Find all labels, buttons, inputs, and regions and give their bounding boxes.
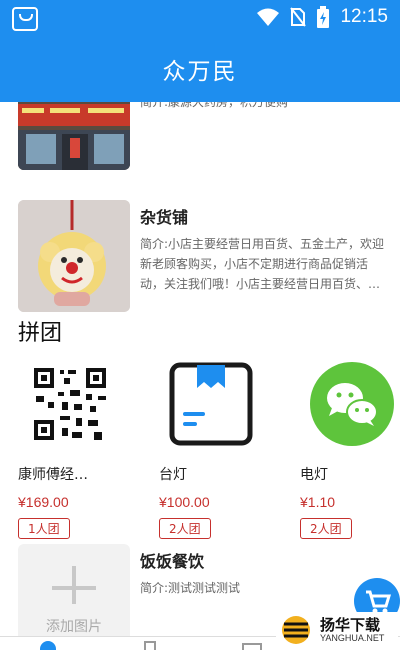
qr-code-image	[28, 362, 112, 446]
store-description: 简介:测试测试测试	[140, 581, 241, 595]
app-bar: 众万民	[0, 36, 400, 102]
store-thumbnail[interactable]	[18, 200, 130, 312]
group-item-name: 电灯	[300, 467, 328, 483]
group-buy-item[interactable]: 康师傅经… ¥169.00 1人团	[18, 362, 138, 539]
category-tab-icon[interactable]	[144, 641, 156, 650]
wechat-icon	[310, 362, 394, 446]
pharmacy-storefront-image	[18, 102, 130, 170]
plus-icon	[52, 566, 96, 604]
wifi-icon	[257, 8, 280, 26]
store-list[interactable]: 简介:康源大药房，积万便购 杂货铺 简介:小店主要经营日用百货、五金土产，欢迎新…	[0, 102, 400, 636]
group-item-name: 康师傅经…	[18, 467, 88, 483]
profile-tab-icon[interactable]	[242, 643, 262, 650]
add-image-label: 添加图片	[46, 619, 102, 635]
group-size-badge: 2人团	[159, 518, 211, 539]
group-item-name: 台灯	[159, 467, 187, 483]
watermark-subtitle: YANGHUA.NET	[320, 633, 385, 643]
clown-toy-image	[18, 200, 130, 312]
home-tab-icon[interactable]	[40, 641, 56, 650]
page-title: 众万民	[162, 59, 238, 85]
group-size-badge: 2人团	[300, 518, 352, 539]
group-buy-item[interactable]: 台灯 ¥100.00 2人团	[159, 362, 279, 539]
store-thumbnail[interactable]	[18, 102, 130, 170]
store-bag-icon	[12, 7, 38, 31]
group-buy-item[interactable]: 电灯 ¥1.10 2人团	[300, 362, 400, 539]
battery-charging-icon	[317, 6, 330, 28]
group-item-price: ¥100.00	[159, 494, 210, 510]
package-box-icon	[169, 362, 253, 446]
status-bar: 12:15	[0, 0, 400, 36]
status-time: 12:15	[340, 6, 388, 27]
watermark-title: 扬华下载	[320, 616, 381, 634]
group-size-badge: 1人团	[18, 518, 70, 539]
store-description: 简介:小店主要经营日用百货、五金土产，欢迎新老顾客购买，小店不定期进行商品促销活…	[140, 237, 385, 291]
store-name[interactable]: 杂货铺	[140, 204, 188, 228]
group-item-price: ¥1.10	[300, 494, 336, 510]
no-sim-icon	[290, 7, 307, 27]
store-description: 简介:康源大药房，积万便购	[140, 102, 289, 109]
group-item-price: ¥169.00	[18, 494, 69, 510]
watermark-emblem-icon	[282, 616, 310, 644]
add-image-placeholder[interactable]: 添加图片	[18, 544, 130, 636]
top-bar: 12:15 众万民	[0, 0, 400, 102]
watermark-logo: 扬华下载 YANGHUA.NET	[276, 612, 398, 648]
group-buy-section-title: 拼团	[18, 321, 63, 346]
store-name[interactable]: 饭饭餐饮	[140, 548, 204, 572]
